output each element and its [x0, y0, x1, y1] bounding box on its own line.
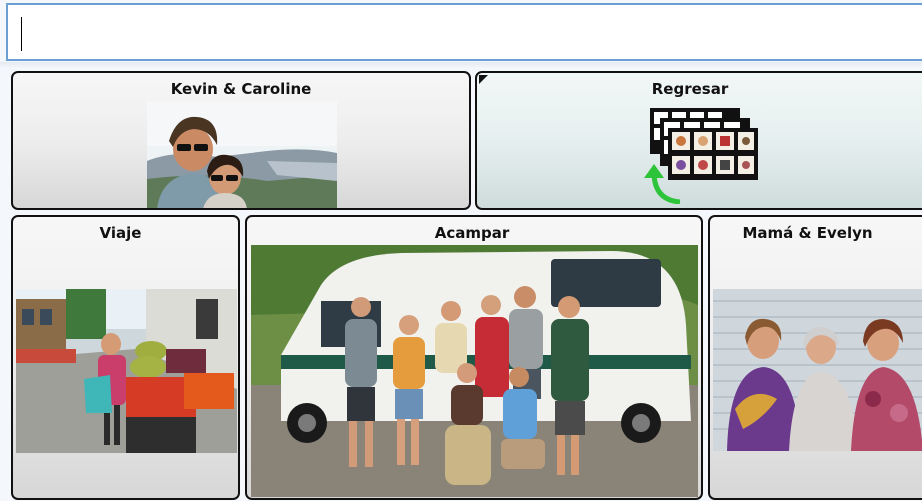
button-label: Regresar: [651, 80, 729, 98]
message-bar-shadow: [0, 62, 922, 68]
acampar-photo: [251, 245, 698, 497]
button-label: Viaje: [99, 224, 142, 242]
message-bar[interactable]: [6, 3, 922, 61]
button-label: Kevin & Caroline: [170, 80, 312, 98]
acampar-button[interactable]: Acampar: [245, 215, 703, 500]
text-caret: [21, 17, 22, 51]
mama-evelyn-photo: [713, 289, 922, 451]
mama-evelyn-button[interactable]: Mamá & Evelyn: [708, 215, 922, 500]
button-label: Mamá & Evelyn: [742, 224, 873, 242]
board-stack-back-icon: [640, 106, 770, 204]
regresar-button[interactable]: Regresar: [475, 71, 922, 210]
viaje-photo: [16, 289, 237, 453]
button-label: Acampar: [434, 224, 510, 242]
viaje-button[interactable]: Viaje: [11, 215, 240, 500]
kevin-caroline-photo: [147, 101, 337, 208]
communication-board: Kevin & Caroline Regresar Viaje Acampar …: [0, 0, 922, 501]
kevin-caroline-button[interactable]: Kevin & Caroline: [11, 71, 471, 210]
